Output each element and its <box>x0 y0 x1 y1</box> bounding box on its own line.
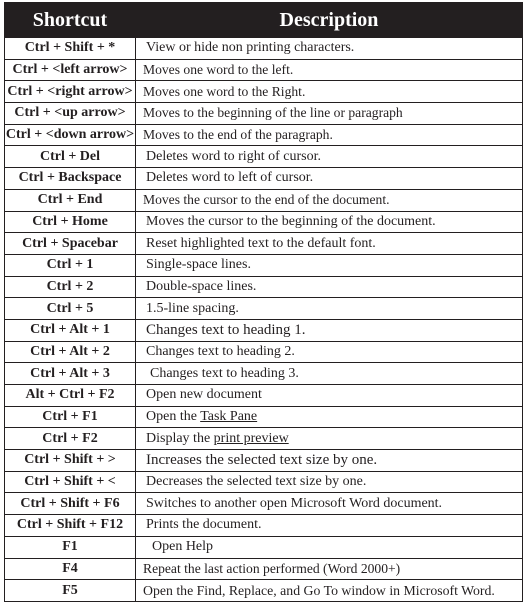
task-pane-link[interactable]: Task Pane <box>200 409 257 424</box>
table-row: Ctrl + Shift + F12 Prints the document. <box>4 514 523 537</box>
shortcut-description: Moves one word to the Right. <box>135 80 523 104</box>
shortcut-key: Ctrl + Backspace <box>4 167 136 190</box>
shortcut-description: Deletes word to right of cursor. <box>135 145 523 169</box>
table-row: Ctrl + 2 Double-space lines. <box>4 275 523 299</box>
shortcut-key: F4 <box>4 557 136 581</box>
table-row: Ctrl + 5 1.5-line spacing. <box>4 297 523 320</box>
column-header-shortcut: Shortcut <box>4 2 136 38</box>
shortcut-key: F1 <box>4 535 136 559</box>
shortcut-description: Increases the selected text size by one. <box>135 449 523 472</box>
shortcut-description: Display the print preview <box>135 427 523 451</box>
shortcut-key: Ctrl + Spacebar <box>4 232 136 255</box>
table-row: Ctrl + F1 Open the Task Pane <box>4 405 523 429</box>
shortcut-key: Ctrl + Shift + F6 <box>4 492 136 516</box>
table-row: Ctrl + Alt + 3 Changes text to heading 3… <box>4 362 523 385</box>
shortcut-table: Shortcut Description Ctrl + Shift + * Vi… <box>4 2 523 602</box>
shortcut-key: Ctrl + Alt + 1 <box>4 318 136 342</box>
table-row: Ctrl + <up arrow> Moves to the beginning… <box>4 102 523 125</box>
table-row: F5 Open the Find, Replace, and Go To win… <box>4 579 523 602</box>
shortcut-key: Ctrl + F1 <box>4 405 136 429</box>
table-row: Ctrl + F2 Display the print preview <box>4 427 523 451</box>
table-row: Ctrl + <left arrow> Moves one word to th… <box>4 58 523 82</box>
shortcut-key: Ctrl + <up arrow> <box>4 102 136 125</box>
shortcut-key: Ctrl + Shift + F12 <box>4 514 136 537</box>
table-row: Ctrl + Shift + F6 Switches to another op… <box>4 492 523 516</box>
shortcut-description: Decreases the selected text size by one. <box>135 470 523 494</box>
shortcut-key: Ctrl + <left arrow> <box>4 58 136 82</box>
table-row: Ctrl + <down arrow> Moves to the end of … <box>4 123 523 147</box>
shortcut-description: Reset highlighted text to the default fo… <box>135 232 523 255</box>
description-text: Open the <box>146 409 201 425</box>
shortcut-description: Moves to the end of the paragraph. <box>135 123 523 147</box>
shortcut-description: Open new document <box>135 384 523 407</box>
column-header-description: Description <box>135 2 523 38</box>
shortcut-key: Ctrl + <right arrow> <box>4 80 136 104</box>
shortcut-key: Ctrl + End <box>4 188 136 212</box>
shortcut-description: Moves the cursor to the end of the docum… <box>135 188 523 212</box>
shortcut-key: Alt + Ctrl + F2 <box>4 384 136 407</box>
table-row: Ctrl + 1 Single-space lines. <box>4 253 523 277</box>
shortcut-description: Double-space lines. <box>135 275 523 299</box>
table-row: Ctrl + Shift + > Increases the selected … <box>4 449 523 472</box>
shortcut-key: Ctrl + 5 <box>4 297 136 320</box>
shortcut-description: Changes text to heading 1. <box>135 318 523 342</box>
table-row: Ctrl + Shift + * View or hide non printi… <box>4 37 523 60</box>
shortcut-description: Changes text to heading 3. <box>135 362 523 385</box>
table-row: F1 Open Help <box>4 535 523 559</box>
shortcut-key: Ctrl + Del <box>4 145 136 169</box>
shortcut-description: Single-space lines. <box>135 253 523 277</box>
table-row: Ctrl + End Moves the cursor to the end o… <box>4 188 523 212</box>
shortcut-key: Ctrl + Home <box>4 210 136 234</box>
shortcut-key: Ctrl + 2 <box>4 275 136 299</box>
table-row: Ctrl + Alt + 1 Changes text to heading 1… <box>4 318 523 342</box>
print-preview-link[interactable]: print preview <box>214 431 289 446</box>
table-row: Ctrl + Spacebar Reset highlighted text t… <box>4 232 523 255</box>
shortcut-description: Moves one word to the left. <box>135 58 523 82</box>
shortcut-key: Ctrl + 1 <box>4 253 136 277</box>
shortcut-description: View or hide non printing characters. <box>135 37 523 60</box>
table-row: Ctrl + Backspace Deletes word to left of… <box>4 167 523 190</box>
shortcut-description: Moves the cursor to the beginning of the… <box>135 210 523 234</box>
table-row: Ctrl + Alt + 2 Changes text to heading 2… <box>4 340 523 364</box>
shortcut-description: Deletes word to left of cursor. <box>135 167 523 190</box>
table-row: Ctrl + Home Moves the cursor to the begi… <box>4 210 523 234</box>
shortcut-key: Ctrl + Shift + * <box>4 37 136 60</box>
shortcut-key: Ctrl + F2 <box>4 427 136 451</box>
shortcut-description: Repeat the last action performed (Word 2… <box>135 557 523 581</box>
table-row: Alt + Ctrl + F2 Open new document <box>4 384 523 407</box>
table-header-row: Shortcut Description <box>4 2 523 38</box>
shortcut-description: Moves to the beginning of the line or pa… <box>135 102 523 125</box>
shortcut-key: Ctrl + Shift + < <box>4 470 136 494</box>
shortcut-key: Ctrl + Shift + > <box>4 449 136 472</box>
shortcut-key: Ctrl + <down arrow> <box>4 123 136 147</box>
shortcut-key: Ctrl + Alt + 3 <box>4 362 136 385</box>
shortcut-key: Ctrl + Alt + 2 <box>4 340 136 364</box>
table-row: F4 Repeat the last action performed (Wor… <box>4 557 523 581</box>
shortcut-description: Switches to another open Microsoft Word … <box>135 492 523 516</box>
description-text: Display the <box>146 430 214 446</box>
shortcut-key: F5 <box>4 579 136 602</box>
table-row: Ctrl + <right arrow> Moves one word to t… <box>4 80 523 104</box>
shortcut-table-container: Shortcut Description Ctrl + Shift + * Vi… <box>4 2 523 602</box>
table-row: Ctrl + Shift + < Decreases the selected … <box>4 470 523 494</box>
shortcut-description: 1.5-line spacing. <box>135 297 523 320</box>
shortcut-description: Open Help <box>135 535 523 559</box>
shortcut-description: Open the Find, Replace, and Go To window… <box>135 579 523 602</box>
shortcut-description: Open the Task Pane <box>135 405 523 429</box>
shortcut-description: Changes text to heading 2. <box>135 340 523 364</box>
table-row: Ctrl + Del Deletes word to right of curs… <box>4 145 523 169</box>
shortcut-description: Prints the document. <box>135 514 523 537</box>
